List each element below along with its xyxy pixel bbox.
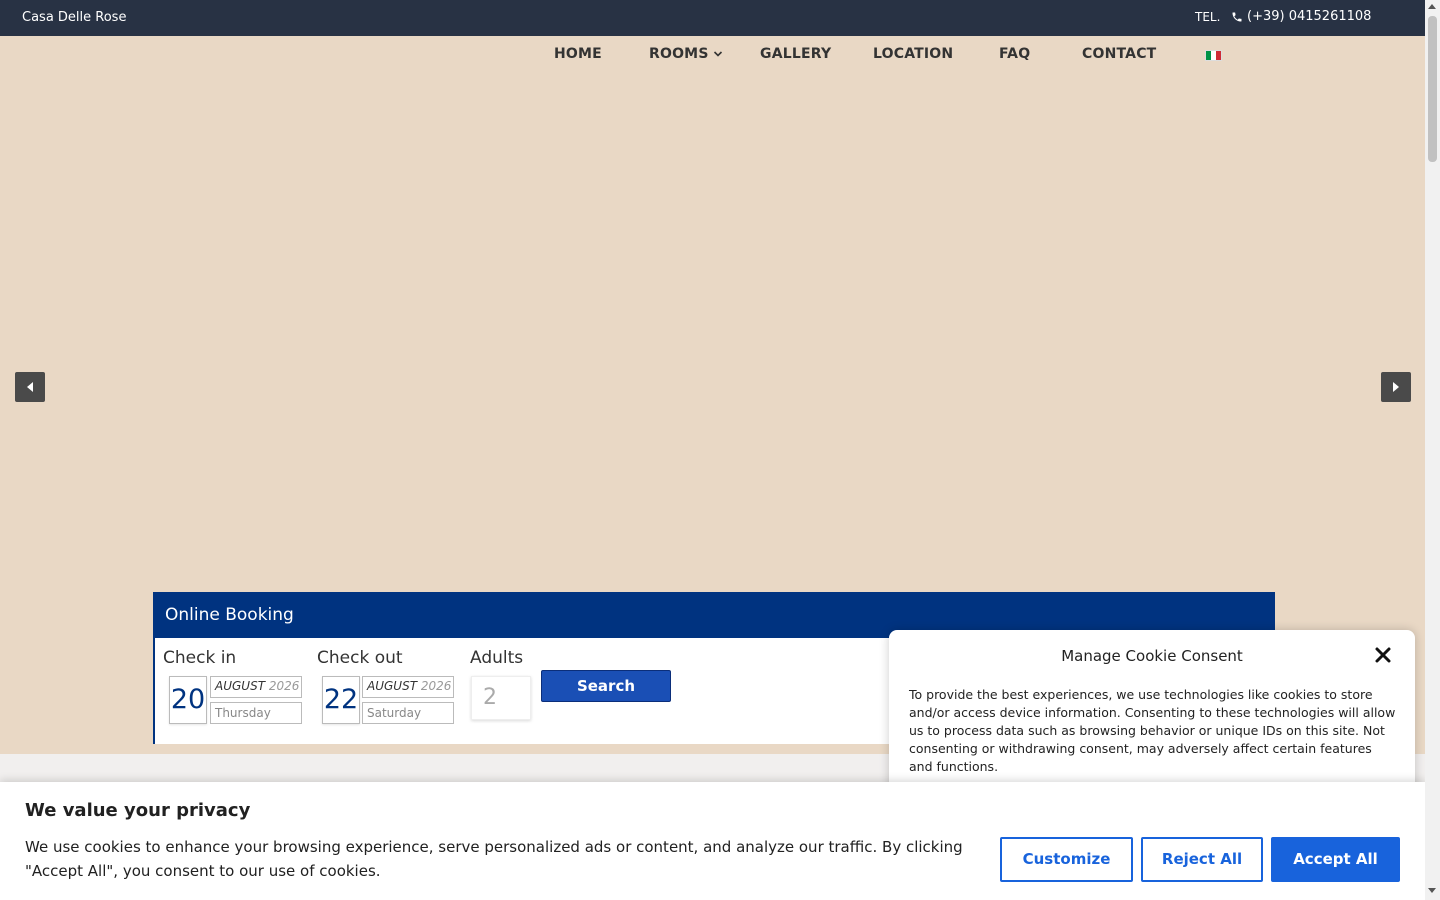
checkout-label: Check out <box>317 648 403 668</box>
close-icon <box>1375 647 1391 663</box>
adults-label: Adults <box>470 648 524 668</box>
search-button[interactable]: Search <box>541 670 671 702</box>
checkin-weekday: Thursday <box>210 702 302 724</box>
brand-name[interactable]: Casa Delle Rose <box>22 10 126 25</box>
checkin-label: Check in <box>163 648 237 668</box>
chevron-down-icon <box>713 51 722 57</box>
close-button[interactable] <box>1374 646 1394 666</box>
nav-contact[interactable]: CONTACT <box>1082 46 1156 62</box>
checkin-month: AUGUST <box>215 679 266 693</box>
accept-all-button[interactable]: Accept All <box>1271 837 1400 882</box>
customize-button[interactable]: Customize <box>1000 837 1133 882</box>
checkout-month: AUGUST <box>367 679 418 693</box>
scroll-thumb[interactable] <box>1428 16 1437 162</box>
checkout-day[interactable]: 22 <box>322 676 360 724</box>
privacy-title: We value your privacy <box>25 800 251 821</box>
checkin-day[interactable]: 20 <box>169 676 207 724</box>
reject-all-button[interactable]: Reject All <box>1141 837 1263 882</box>
scroll-up-icon[interactable] <box>1428 4 1436 9</box>
checkout-month-year[interactable]: AUGUST 2026 <box>362 676 454 698</box>
checkout-weekday: Saturday <box>362 702 454 724</box>
consent-text: To provide the best experiences, we use … <box>909 687 1396 774</box>
privacy-text: We use cookies to enhance your browsing … <box>25 838 963 880</box>
nav-rooms[interactable]: ROOMS <box>649 46 723 62</box>
nav-rooms-label: ROOMS <box>649 46 709 62</box>
phone-number: (+39) 0415261108 <box>1247 9 1372 24</box>
slider-next-button[interactable] <box>1381 372 1411 402</box>
phone-icon <box>1232 12 1242 21</box>
adults-input[interactable]: 2 <box>471 676 531 720</box>
nav-faq[interactable]: FAQ <box>999 46 1030 62</box>
checkin-year: 2026 <box>268 679 300 693</box>
nav-home[interactable]: HOME <box>554 46 602 62</box>
phone-link[interactable]: (+39) 0415261108 <box>1231 9 1371 24</box>
checkin-month-year[interactable]: AUGUST 2026 <box>210 676 302 698</box>
italian-flag-icon[interactable] <box>1205 50 1222 61</box>
checkout-year: 2026 <box>420 679 452 693</box>
nav-gallery[interactable]: GALLERY <box>760 46 831 62</box>
triangle-left-icon <box>27 382 33 392</box>
slider-prev-button[interactable] <box>15 372 45 402</box>
page-scrollbar[interactable] <box>1425 0 1440 900</box>
privacy-banner: We value your privacy We use cookies to … <box>0 782 1425 900</box>
top-bar: Casa Delle Rose TEL. (+39) 0415261108 <box>0 0 1425 36</box>
triangle-right-icon <box>1393 382 1399 392</box>
tel-label: TEL. <box>1195 10 1221 24</box>
scroll-down-icon[interactable] <box>1428 888 1436 893</box>
consent-title: Manage Cookie Consent <box>1061 647 1243 665</box>
nav-location[interactable]: LOCATION <box>873 46 953 62</box>
